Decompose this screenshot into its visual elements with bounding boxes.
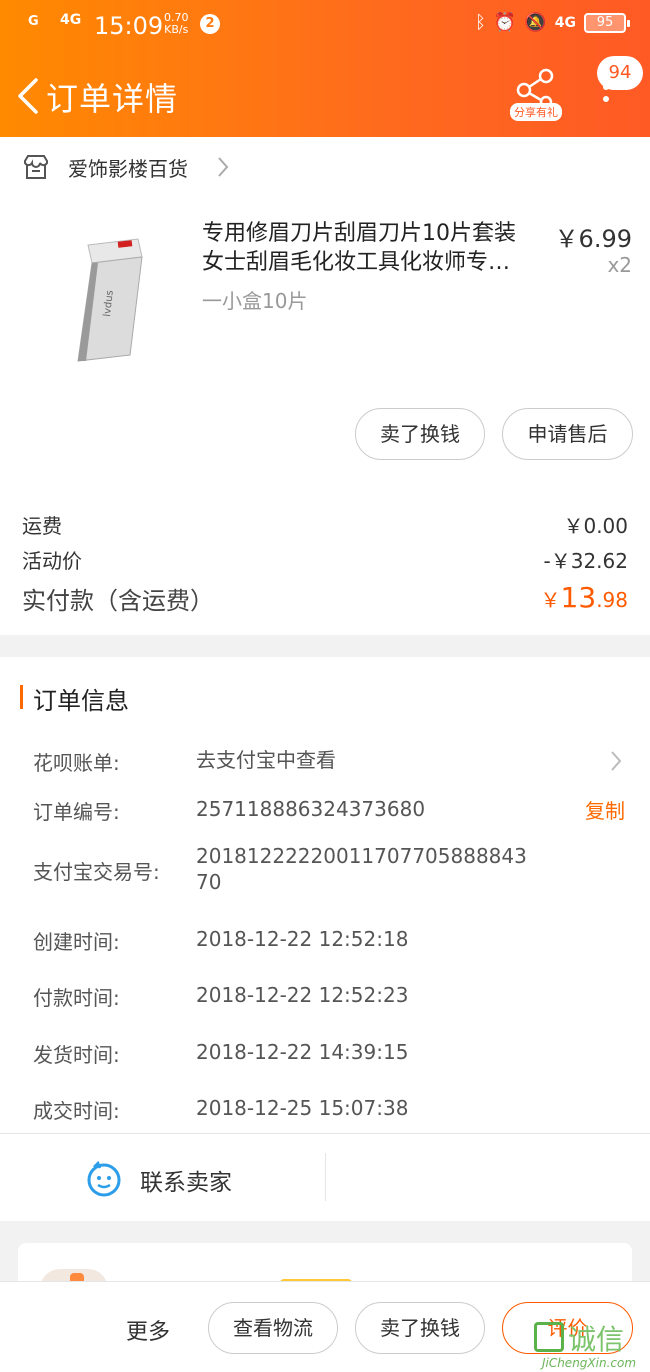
total-paid-value: ￥13.98 <box>541 581 628 614</box>
chat-face-icon <box>87 1161 121 1197</box>
network-speed: 0.70 KB/s <box>164 12 189 36</box>
total-decimal: .98 <box>596 588 628 612</box>
share-icon <box>516 68 554 108</box>
shipping-value: ￥0.00 <box>563 514 628 538</box>
mute-icon: 🔕 <box>524 12 547 33</box>
signal-label: G <box>28 14 39 29</box>
order-item-card: 爱饰影楼百货 lvdus 专用修眉刀片刮眉刀片10片套装女士刮眉毛化妆工具化妆师… <box>0 137 650 635</box>
total-paid-label: 实付款（含运费） <box>22 587 214 615</box>
alarm-icon: ⏰ <box>493 12 517 33</box>
chevron-right-icon[interactable] <box>609 749 623 773</box>
sell-for-cash-button[interactable]: 卖了换钱 <box>355 1302 485 1354</box>
paid-time-label: 付款时间: <box>33 986 120 1010</box>
shop-icon <box>24 155 48 179</box>
created-time-label: 创建时间: <box>33 930 120 954</box>
more-menu-icon[interactable] <box>596 84 616 114</box>
promo-value: -￥32.62 <box>543 549 628 573</box>
total-currency: ￥ <box>540 588 561 612</box>
sell-for-cash-button[interactable]: 卖了换钱 <box>355 408 485 460</box>
shipped-time-value: 2018-12-22 14:39:15 <box>196 1040 409 1064</box>
watermark: 诚信 JiChengXin.com <box>528 1318 650 1372</box>
page-title: 订单详情 <box>46 80 179 118</box>
view-logistics-button[interactable]: 查看物流 <box>208 1302 338 1354</box>
watermark-logo-icon <box>534 1322 564 1352</box>
product-title[interactable]: 专用修眉刀片刮眉刀片10片套装女士刮眉毛化妆工具化妆师专… <box>202 219 536 277</box>
share-label: 分享有礼 <box>510 103 562 121</box>
network-label: 4G <box>60 12 82 28</box>
total-integer: 13 <box>560 581 597 614</box>
order-info-card: 订单信息 花呗账单: 去支付宝中查看 订单编号: 257118886324373… <box>0 657 650 1221</box>
section-title: 订单信息 <box>33 687 129 715</box>
huabei-label: 花呗账单: <box>33 751 120 775</box>
right-network-label: 4G <box>554 14 576 31</box>
contact-seller-label: 联系卖家 <box>140 1170 232 1196</box>
notification-count-badge: 2 <box>200 14 220 34</box>
after-sale-button[interactable]: 申请售后 <box>502 408 633 460</box>
completed-time-label: 成交时间: <box>33 1099 120 1123</box>
product-sku: 一小盒10片 <box>202 289 308 313</box>
share-button[interactable]: 分享有礼 <box>506 68 566 124</box>
more-button[interactable]: 更多 <box>126 1314 170 1346</box>
product-quantity: x2 <box>607 253 632 277</box>
huabei-link[interactable]: 去支付宝中查看 <box>196 747 542 773</box>
shipped-time-label: 发货时间: <box>33 1043 120 1067</box>
alipay-trade-label: 支付宝交易号: <box>33 860 160 884</box>
paid-time-value: 2018-12-22 12:52:23 <box>196 983 409 1007</box>
shipping-label: 运费 <box>22 514 62 538</box>
back-arrow-icon[interactable] <box>12 76 46 116</box>
status-time: 15:09 <box>94 12 164 40</box>
watermark-text: 诚信 <box>568 1323 625 1356</box>
order-number-label: 订单编号: <box>33 800 120 824</box>
promo-label: 活动价 <box>22 549 82 573</box>
created-time-value: 2018-12-22 12:52:18 <box>196 927 409 951</box>
divider <box>0 1133 650 1134</box>
status-bar: G 4G 15:09 0.70 KB/s 2 ᛒ ⏰ 🔕 4G 95 <box>28 10 630 42</box>
alipay-trade-value: 20181222220011707705888843 70 <box>196 844 527 894</box>
bluetooth-icon: ᛒ <box>475 12 486 33</box>
speed-unit: KB/s <box>164 23 189 36</box>
divider-vertical <box>325 1153 326 1201</box>
status-right-icons: ᛒ ⏰ 🔕 4G 95 <box>475 12 630 33</box>
order-number-value: 257118886324373680 <box>196 797 426 821</box>
app-header: G 4G 15:09 0.70 KB/s 2 ᛒ ⏰ 🔕 4G 95 订单详情 … <box>0 0 650 137</box>
section-accent-bar <box>20 685 23 709</box>
battery-icon: 95 <box>584 12 630 33</box>
product-image[interactable]: lvdus <box>58 237 158 367</box>
completed-time-value: 2018-12-25 15:07:38 <box>196 1096 409 1120</box>
product-price: ￥6.99 <box>554 225 632 253</box>
copy-order-number-button[interactable]: 复制 <box>585 795 625 824</box>
chevron-right-icon[interactable] <box>216 155 230 179</box>
watermark-url: JiChengXin.com <box>541 1356 637 1370</box>
shop-name[interactable]: 爱饰影楼百货 <box>68 153 188 182</box>
